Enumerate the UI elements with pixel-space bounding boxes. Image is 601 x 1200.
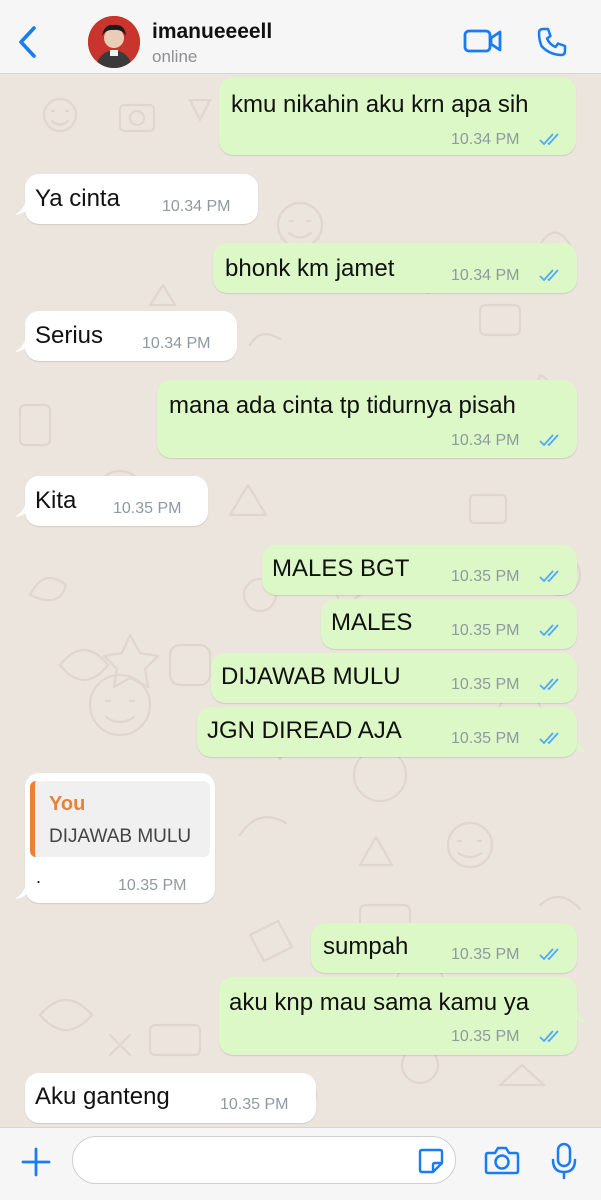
message-time: 10.34 PM <box>451 267 520 284</box>
contact-name[interactable]: imanueeeell <box>152 20 272 44</box>
avatar[interactable] <box>88 16 140 68</box>
message-time: 10.35 PM <box>451 622 520 639</box>
message-input-bar <box>0 1127 601 1200</box>
read-ticks-icon <box>539 1030 559 1043</box>
message-text: bhonk km jamet <box>225 255 395 282</box>
message-bubble-outgoing[interactable]: kmu nikahin aku krn apa sih 10.34 PM <box>219 77 576 155</box>
message-time: 10.34 PM <box>451 131 520 148</box>
message-bubble-outgoing[interactable]: JGN DIREAD AJA 10.35 PM <box>197 707 577 757</box>
read-ticks-icon <box>539 948 559 961</box>
contact-status: online <box>152 47 198 66</box>
message-text: mana ada cinta tp tidurnya pisah <box>169 392 516 419</box>
message-time: 10.35 PM <box>451 946 520 963</box>
read-ticks-icon <box>539 133 559 146</box>
message-bubble-outgoing[interactable]: MALES BGT 10.35 PM <box>262 545 577 595</box>
message-text: MALES <box>331 609 413 636</box>
message-bubble-incoming[interactable]: Kita 10.35 PM <box>25 476 208 526</box>
message-text: kmu nikahin aku krn apa sih <box>231 91 529 118</box>
message-time: 10.35 PM <box>451 730 520 747</box>
message-bubble-outgoing[interactable]: aku knp mau sama kamu ya 10.35 PM <box>219 977 577 1055</box>
message-text: aku knp mau sama kamu ya <box>229 989 530 1016</box>
quoted-reply[interactable]: You DIJAWAB MULU <box>30 781 210 857</box>
message-text: Ya cinta <box>35 185 120 212</box>
message-time: 10.35 PM <box>451 1028 520 1045</box>
read-ticks-icon <box>539 678 559 691</box>
message-text: DIJAWAB MULU <box>221 663 401 690</box>
message-bubble-outgoing[interactable]: DIJAWAB MULU 10.35 PM <box>211 653 577 703</box>
message-input[interactable] <box>72 1136 456 1184</box>
read-ticks-icon <box>539 570 559 583</box>
camera-icon[interactable] <box>484 1144 520 1176</box>
message-bubble-outgoing[interactable]: mana ada cinta tp tidurnya pisah 10.34 P… <box>157 380 577 458</box>
message-time: 10.35 PM <box>113 500 182 517</box>
read-ticks-icon <box>539 434 559 447</box>
message-time: 10.34 PM <box>162 198 231 215</box>
message-text: Serius <box>35 322 104 349</box>
message-time: 10.35 PM <box>118 877 187 894</box>
message-bubble-incoming[interactable]: Aku ganteng 10.35 PM <box>25 1073 316 1123</box>
message-time: 10.35 PM <box>451 568 520 585</box>
microphone-icon[interactable] <box>551 1142 577 1180</box>
message-text: JGN DIREAD AJA <box>207 717 402 744</box>
message-text: . <box>36 867 42 887</box>
message-time: 10.34 PM <box>142 335 211 352</box>
message-time: 10.35 PM <box>451 676 520 693</box>
message-bubble-outgoing[interactable]: sumpah 10.35 PM <box>311 923 577 973</box>
read-ticks-icon <box>539 269 559 282</box>
message-bubble-incoming[interactable]: Ya cinta 10.34 PM <box>25 174 258 224</box>
read-ticks-icon <box>539 624 559 637</box>
message-time: 10.35 PM <box>220 1096 289 1113</box>
chevron-left-icon[interactable] <box>14 24 42 60</box>
chat-area[interactable]: kmu nikahin aku krn apa sih 10.34 PM Ya … <box>0 75 601 1127</box>
sticker-icon[interactable] <box>417 1147 445 1175</box>
video-camera-icon[interactable] <box>463 26 503 56</box>
message-text: Aku ganteng <box>35 1083 170 1110</box>
quoted-reply-text: DIJAWAB MULU <box>49 826 192 847</box>
message-text: Kita <box>35 487 77 514</box>
read-ticks-icon <box>539 732 559 745</box>
message-bubble-outgoing[interactable]: bhonk km jamet 10.34 PM <box>213 243 577 293</box>
message-bubble-incoming[interactable]: Serius 10.34 PM <box>25 311 237 361</box>
plus-icon[interactable] <box>20 1146 52 1178</box>
message-text: sumpah <box>323 933 409 960</box>
chat-header: imanueeeell online <box>0 0 601 74</box>
message-time: 10.34 PM <box>451 432 520 449</box>
message-text: MALES BGT <box>272 555 410 582</box>
message-bubble-outgoing[interactable]: MALES 10.35 PM <box>321 599 577 649</box>
quoted-reply-author: You <box>49 793 86 815</box>
phone-icon[interactable] <box>536 26 568 58</box>
